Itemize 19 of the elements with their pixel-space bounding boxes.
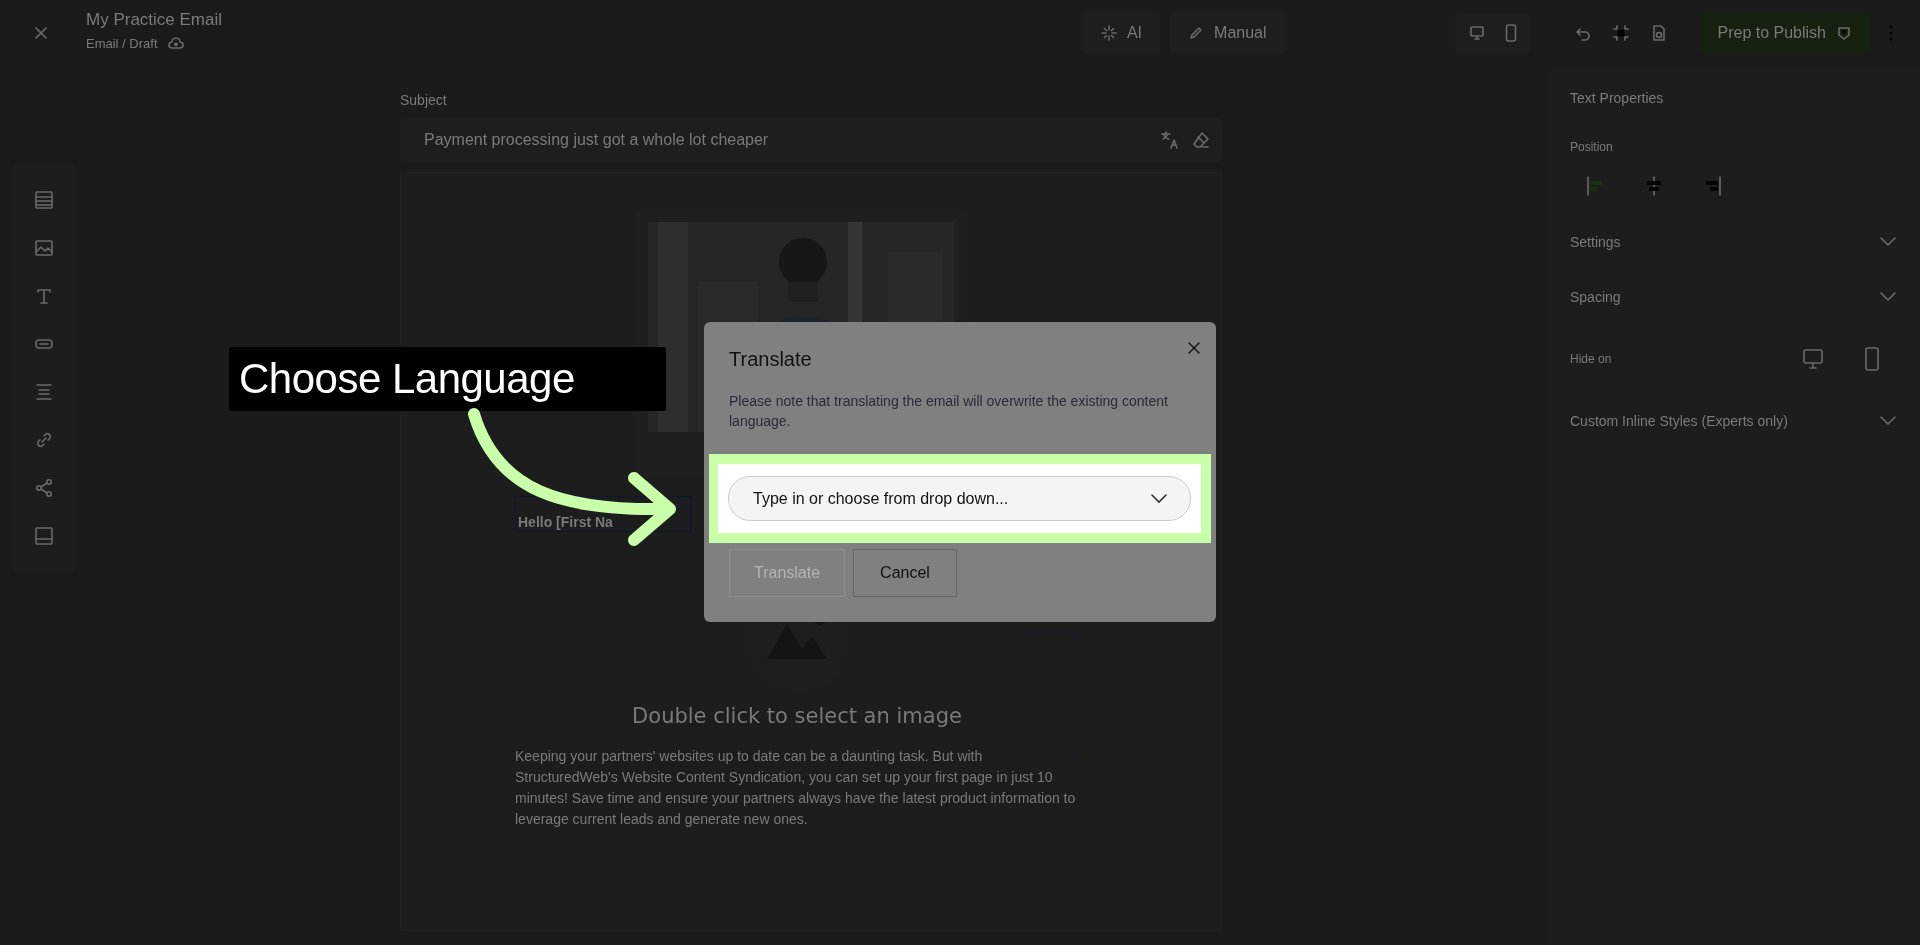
dialog-title: Translate [729, 348, 812, 371]
subject-text: Payment processing just got a whole lot cheaper [424, 131, 769, 149]
panel-title: Text Properties [1570, 90, 1665, 106]
cancel-button[interactable]: Cancel [853, 549, 957, 597]
greeting-text: Hello [First Na [518, 514, 613, 530]
email-body-text: Keeping your partners' websites up to date can be a daunting task. But with StructuredWeb's Website Content Syndication, you can set up your first page in just 10 minutes! Save time and ensure your partners always have the latest product information to leverage current leads and generate new ones. [515, 747, 1077, 829]
hide-on-label: Hide on [1570, 352, 1612, 366]
position-label: Position [1570, 140, 1614, 154]
section-toggle[interactable]: Settings [1570, 215, 1896, 269]
document-title: My Practice Email [86, 9, 223, 30]
publish-button[interactable]: Prep to Publish [1699, 13, 1870, 53]
dialog-message: Please note that translating the email will overwrite the existing content language. [729, 392, 1169, 431]
subject-label: Subject [400, 92, 448, 108]
language-select[interactable]: Type in or choose from drop down... [728, 476, 1191, 521]
callout-label: Choose Language [229, 347, 666, 411]
section-toggle[interactable]: Spacing [1570, 270, 1896, 324]
image-placeholder-text: Double click to select an image [632, 704, 962, 728]
section-toggle[interactable]: Custom Inline Styles (Experts only) [1570, 394, 1896, 448]
breadcrumb[interactable]: Email / Draft [86, 35, 158, 51]
